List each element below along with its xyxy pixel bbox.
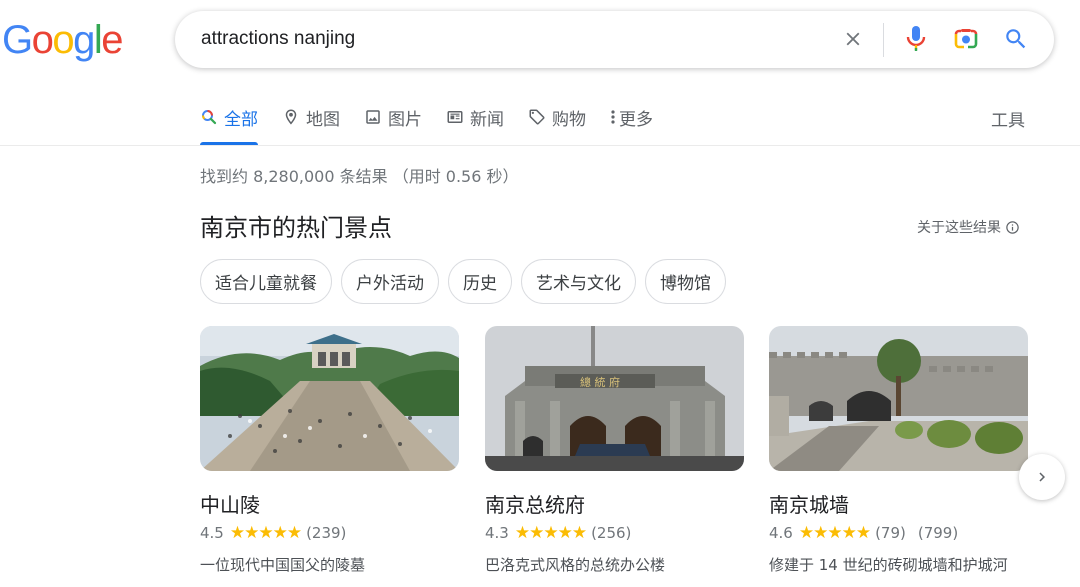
result-stats: 找到约 8,280,000 条结果 （用时 0.56 秒） [200, 167, 519, 186]
logo-letter: g [73, 18, 95, 62]
attraction-card[interactable]: 南京城墙 4.6 ★★★★★ (79) (799) 修建于 14 世纪的砖砌城墙… [769, 326, 1028, 574]
close-icon [846, 32, 860, 46]
google-logo[interactable]: Google [2, 18, 123, 62]
voice-search-button[interactable] [902, 24, 930, 54]
search-divider [883, 23, 884, 57]
tag-icon [528, 108, 546, 126]
attraction-name: 南京总统府 [485, 493, 585, 517]
more-vert-icon [610, 108, 616, 126]
tab-label: 新闻 [470, 109, 504, 130]
rating-value: 4.6 [769, 524, 793, 542]
chevron-right-icon [1039, 472, 1045, 482]
carousel-next-button[interactable] [1019, 454, 1065, 500]
header-divider [0, 145, 1080, 146]
filter-chips: 适合儿童就餐 户外活动 历史 艺术与文化 博物馆 [200, 259, 735, 304]
chip-museums[interactable]: 博物馆 [645, 259, 726, 304]
attraction-name: 中山陵 [200, 493, 260, 517]
review-count-extra: (799) [917, 524, 959, 542]
tab-more[interactable]: 更多 [610, 98, 653, 136]
microphone-icon [906, 26, 926, 51]
rating-value: 4.5 [200, 524, 224, 542]
svg-text:總 統 府: 總 統 府 [580, 375, 620, 389]
search-box [175, 11, 1054, 68]
star-rating-icon: ★★★★★ [229, 523, 302, 543]
google-lens-icon [954, 29, 978, 49]
tab-label: 购物 [552, 109, 586, 130]
star-rating-icon: ★★★★★ [798, 523, 871, 543]
chip-outdoor[interactable]: 户外活动 [341, 259, 439, 304]
rating-value: 4.3 [485, 524, 509, 542]
image-icon [364, 108, 382, 126]
attraction-rating: 4.3 ★★★★★ (256) [485, 523, 631, 543]
attraction-card[interactable]: 中山陵 4.5 ★★★★★ (239) 一位现代中国国父的陵墓 [200, 326, 459, 574]
section-title: 南京市的热门景点 [200, 214, 392, 242]
tab-label: 地图 [306, 109, 340, 130]
tab-shopping[interactable]: 购物 [528, 98, 586, 136]
about-results-link[interactable]: 关于这些结果 [917, 217, 1020, 237]
review-count: (239) [306, 524, 347, 542]
star-rating-icon: ★★★★★ [514, 523, 587, 543]
attraction-photo [769, 326, 1028, 471]
tab-images[interactable]: 图片 [364, 98, 422, 136]
logo-letter: l [93, 18, 103, 62]
tab-label: 更多 [619, 109, 653, 130]
attraction-photo: 總 統 府 [485, 326, 744, 471]
review-count: (79) [875, 524, 906, 542]
image-search-button[interactable] [951, 24, 981, 54]
attraction-description: 一位现代中国国父的陵墓 [200, 556, 366, 574]
search-tabs: 全部 地图 图片 新闻 购物 更多 [200, 98, 677, 146]
review-count: (256) [591, 524, 632, 542]
attraction-name: 南京城墙 [769, 493, 849, 517]
clear-search-button[interactable] [839, 25, 867, 53]
attraction-rating: 4.5 ★★★★★ (239) [200, 523, 346, 543]
chip-arts[interactable]: 艺术与文化 [521, 259, 636, 304]
chip-history[interactable]: 历史 [448, 259, 512, 304]
map-pin-icon [282, 107, 300, 127]
logo-letter: G [2, 18, 33, 62]
search-icon [200, 108, 218, 126]
tools-button[interactable]: 工具 [991, 106, 1025, 131]
logo-letter: o [31, 18, 54, 62]
tab-maps[interactable]: 地图 [282, 98, 340, 136]
attraction-card[interactable]: 總 統 府 南京总统府 4.3 ★★★★★ (256) 巴洛克式风格的总统办公楼 [485, 326, 744, 574]
search-submit-button[interactable] [1001, 24, 1031, 54]
news-icon [446, 108, 464, 126]
tab-label: 图片 [388, 109, 422, 130]
attraction-description: 巴洛克式风格的总统办公楼 [485, 556, 666, 574]
tab-news[interactable]: 新闻 [446, 98, 504, 136]
tab-label: 全部 [224, 109, 258, 130]
attraction-photo [200, 326, 459, 471]
attraction-rating: 4.6 ★★★★★ (79) (799) [769, 523, 958, 543]
tab-all[interactable]: 全部 [200, 98, 258, 145]
attraction-description: 修建于 14 世纪的砖砌城墙和护城河 [769, 556, 1008, 574]
search-input[interactable] [201, 25, 821, 53]
info-icon [1006, 220, 1019, 234]
search-icon [1006, 29, 1026, 49]
chip-kids[interactable]: 适合儿童就餐 [200, 259, 332, 304]
about-label: 关于这些结果 [917, 220, 1001, 236]
logo-letter: o [52, 18, 74, 62]
logo-letter: e [101, 18, 123, 62]
